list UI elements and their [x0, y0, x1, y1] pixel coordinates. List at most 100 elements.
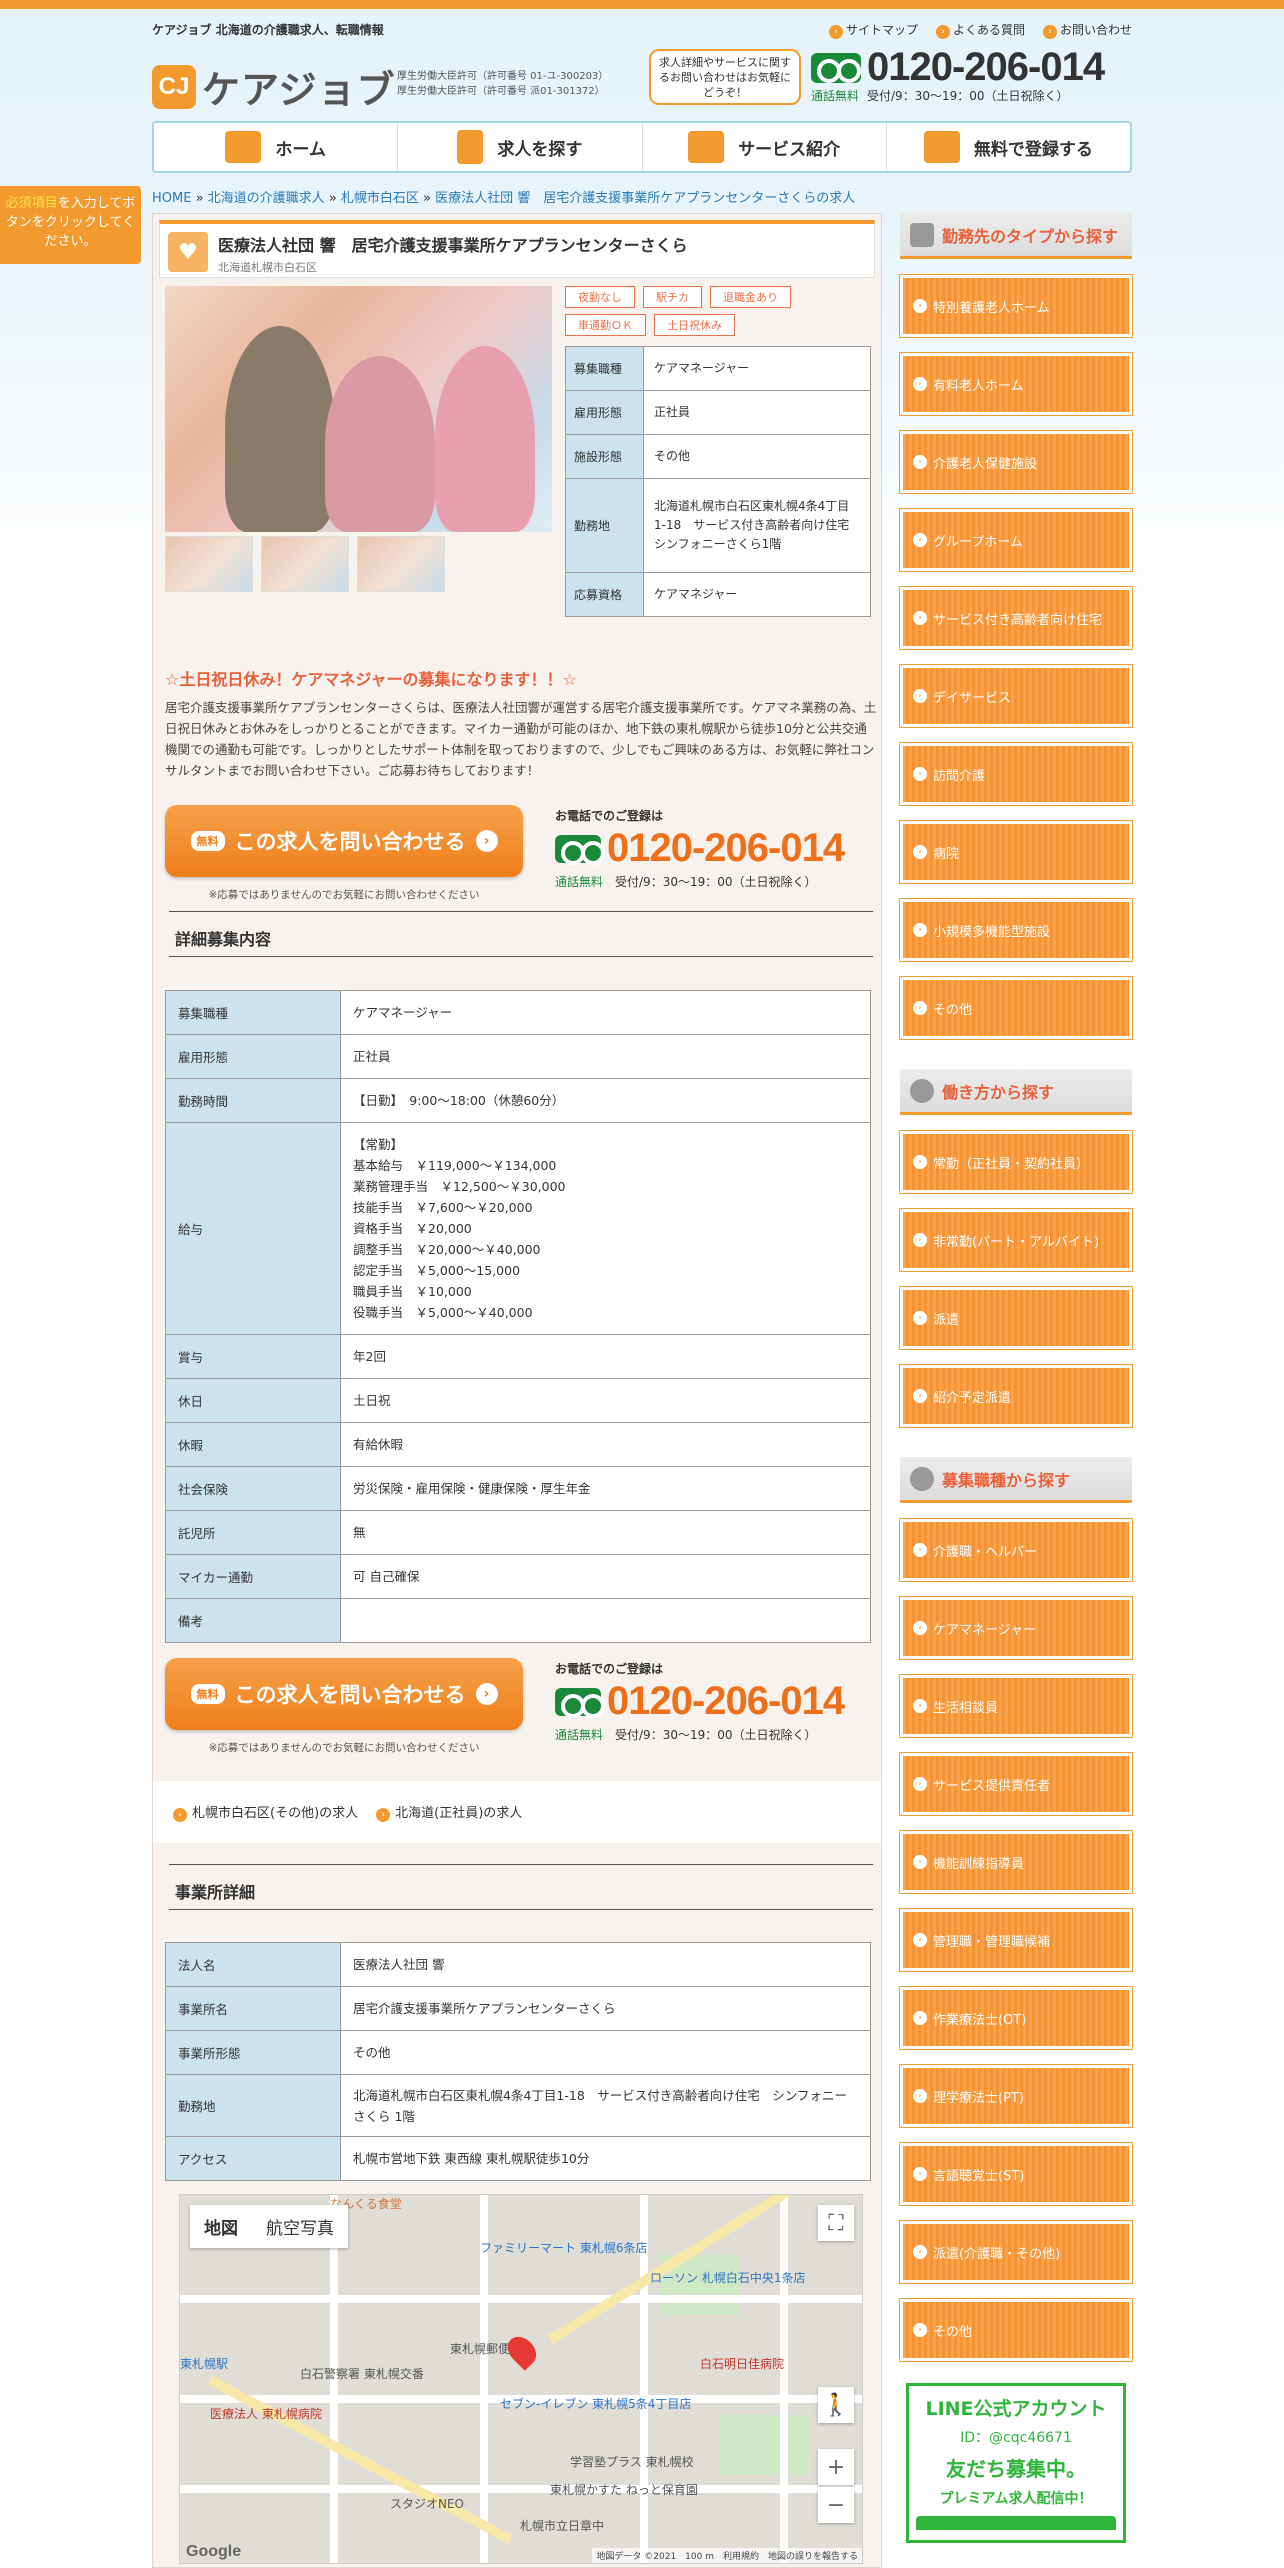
sidebar-item[interactable]: › 病院: [899, 820, 1133, 884]
breadcrumb-hokkaido[interactable]: 北海道の介護職求人: [208, 191, 325, 206]
top-link-faq[interactable]: › よくある質問: [935, 21, 1025, 39]
sidebar-item[interactable]: › サービス付き高齢者向け住宅: [899, 586, 1133, 650]
map-tab-satellite[interactable]: 航空写真: [252, 2205, 348, 2248]
breadcrumb-corp[interactable]: 医療法人社団 響: [435, 191, 530, 206]
sidebar-item[interactable]: › その他: [899, 976, 1133, 1040]
pegman-icon[interactable]: 🚶: [818, 2387, 854, 2423]
table-row: 賞与 年2回: [165, 1334, 871, 1379]
sidebar-item[interactable]: › 生活相談員: [899, 1674, 1133, 1738]
line-title: LINE公式アカウント: [925, 2398, 1107, 2420]
tel-block: お電話でのご登録は 0120-206-014 通話無料 受付/9：30～19：00…: [555, 1660, 877, 1743]
inquiry-button-label: この求人を問い合わせる: [234, 830, 466, 854]
map-label: 学習塾プラス 東札幌校: [570, 2455, 694, 2469]
chevron-right-icon: ›: [913, 767, 927, 781]
tel-number[interactable]: 0120-206-014: [555, 826, 877, 871]
row-label: 雇用形態: [565, 390, 644, 435]
thumbnail[interactable]: [261, 536, 349, 592]
sidebar-heading-label: 働き方から探す: [942, 1082, 1055, 1102]
inquiry-button[interactable]: 無料 この求人を問い合わせる ›: [165, 805, 523, 877]
sidebar-heading-label: 募集職種から探す: [942, 1470, 1071, 1490]
map-label: 東札幌駅: [180, 2357, 229, 2371]
sidebar-item[interactable]: › 紹介予定派遣: [899, 1364, 1133, 1428]
breadcrumb-shiroishi[interactable]: 札幌市白石区: [341, 191, 419, 206]
sidebar-item[interactable]: › 言語聴覚士(ST): [899, 2142, 1133, 2206]
license-info: 厚生労働大臣許可（許可番号 01-ユ-300203） 厚生労働大臣許可（許可番号…: [397, 69, 608, 99]
tag: 駅チカ: [643, 286, 702, 308]
map-label: 札幌市立日章中: [520, 2519, 605, 2533]
sidebar-item[interactable]: › 管理職・管理職候補: [899, 1908, 1133, 1972]
google-map[interactable]: なんくる食堂 ファミリーマート 東札幌6条店 ローソン 札幌白石中央1条店 白石…: [179, 2194, 863, 2564]
logo[interactable]: CJ ケアジョブ: [152, 59, 395, 114]
document-icon: [457, 130, 484, 164]
heart-icon[interactable]: ♥: [168, 232, 208, 272]
table-row: 社会保険 労災保険・雇用保険・健康保険・厚生年金: [165, 1466, 871, 1511]
photo-figure: [325, 356, 435, 532]
sidebar-item[interactable]: › 介護老人保健施設: [899, 430, 1133, 494]
top-link-contact[interactable]: › お問い合わせ: [1042, 21, 1132, 39]
freedial-icon: [555, 1687, 605, 1718]
chevron-right-icon: ›: [913, 1543, 927, 1557]
sidebar-item[interactable]: › 非常勤(パート・アルバイト): [899, 1208, 1133, 1272]
tel-hours: 通話無料 受付/9：30～19：00（土日祝除く）: [555, 1726, 877, 1743]
nav-services[interactable]: サービス紹介: [643, 123, 887, 171]
sidebar-item[interactable]: › 有料老人ホーム: [899, 352, 1133, 416]
thumbnail[interactable]: [357, 536, 445, 592]
sidebar-item[interactable]: › 特別養護老人ホーム: [899, 274, 1133, 338]
sidebar-item[interactable]: › 派遣(介護職・その他): [899, 2220, 1133, 2284]
related-link-area[interactable]: › 札幌市白石区(その他)の求人: [173, 1802, 358, 1822]
sidebar-item-label: 管理職・管理職候補: [933, 1934, 1051, 1950]
fullscreen-icon[interactable]: ⛶: [818, 2205, 854, 2241]
nav-register[interactable]: 無料で登録する: [887, 123, 1130, 171]
nav-label: サービス紹介: [738, 139, 841, 160]
zoom-in-icon[interactable]: +: [818, 2449, 854, 2485]
pie-chart-icon: [910, 1078, 934, 1103]
sidebar-item[interactable]: › 小規模多機能型施設: [899, 898, 1133, 962]
chevron-right-icon: ›: [1042, 25, 1057, 39]
table-row: 託児所無: [165, 1510, 871, 1555]
chevron-right-icon: ›: [913, 1621, 927, 1635]
inquiry-button[interactable]: 無料 この求人を問い合わせる ›: [165, 1658, 523, 1730]
sidebar-item[interactable]: › デイサービス: [899, 664, 1133, 728]
sidebar-item[interactable]: › 訪問介護: [899, 742, 1133, 806]
tel-number[interactable]: 0120-206-014: [555, 1679, 877, 1724]
side-floating-note[interactable]: 必須項目を入力してボタンをクリックしてください。: [0, 186, 141, 264]
details-table: 募集職種 ケアマネージャー 雇用形態 正社員 勤務時間 【日勤】 9:00～18:00…: [165, 990, 871, 1643]
thumbnail[interactable]: [165, 536, 253, 592]
row-value: 医療法人社団 響: [340, 1942, 871, 1987]
sidebar-item[interactable]: › 理学療法士(PT): [899, 2064, 1133, 2128]
plus-icon: [910, 222, 934, 247]
nav-home[interactable]: ホーム: [154, 123, 399, 171]
row-label: マイカー通勤: [165, 1554, 341, 1599]
nav-search-jobs[interactable]: 求人を探す: [398, 123, 643, 171]
header-phone[interactable]: 0120-206-014: [811, 45, 1105, 90]
sidebar-item[interactable]: › ケアマネージャー: [899, 1596, 1133, 1660]
map-tab-map[interactable]: 地図: [190, 2205, 252, 2248]
header-phone-hours: 通話無料 受付/9：30～19：00（土日祝除く）: [811, 87, 1069, 104]
map-road: [180, 2295, 862, 2303]
top-link-sitemap[interactable]: › サイトマップ: [828, 21, 918, 39]
chevron-right-icon: ›: [913, 2011, 927, 2025]
sidebar-item[interactable]: › 作業療法士(OT): [899, 1986, 1133, 2050]
row-value: その他: [340, 2030, 871, 2075]
breadcrumb-current[interactable]: 居宅介護支援事業所ケアプランセンターさくらの求人: [543, 191, 855, 206]
zoom-out-icon[interactable]: −: [818, 2487, 854, 2523]
sidebar-item[interactable]: › 機能訓練指導員: [899, 1830, 1133, 1894]
sidebar-item[interactable]: › グループホーム: [899, 508, 1133, 572]
map-label: ローソン 札幌白石中央1条店: [650, 2271, 806, 2285]
map-label: 白石明日佳病院: [700, 2357, 785, 2371]
line-add-button[interactable]: [916, 2516, 1116, 2530]
sidebar-item-label: 介護職・ヘルパー: [933, 1544, 1038, 1560]
related-link-pref[interactable]: › 北海道(正社員)の求人: [376, 1802, 522, 1822]
sidebar-item[interactable]: › 常勤（正社員・契約社員）: [899, 1130, 1133, 1194]
sidebar-item[interactable]: › その他: [899, 2298, 1133, 2362]
phone-free-label: 通話無料: [811, 89, 860, 103]
sidebar-item[interactable]: › 派遣: [899, 1286, 1133, 1350]
job-main-photo: [165, 286, 552, 532]
breadcrumb-home[interactable]: HOME: [152, 191, 191, 206]
sidebar-item[interactable]: › サービス提供責任者: [899, 1752, 1133, 1816]
sidebar-item[interactable]: › 介護職・ヘルパー: [899, 1518, 1133, 1582]
job-location: 北海道札幌市白石区: [218, 261, 317, 274]
row-value: 年2回: [340, 1334, 871, 1379]
sidebar-heading: 働き方から探す: [900, 1069, 1132, 1115]
line-account-banner[interactable]: LINE公式アカウント ID：@cqc46671 友だち募集中。 プレミアム求人…: [906, 2383, 1126, 2543]
